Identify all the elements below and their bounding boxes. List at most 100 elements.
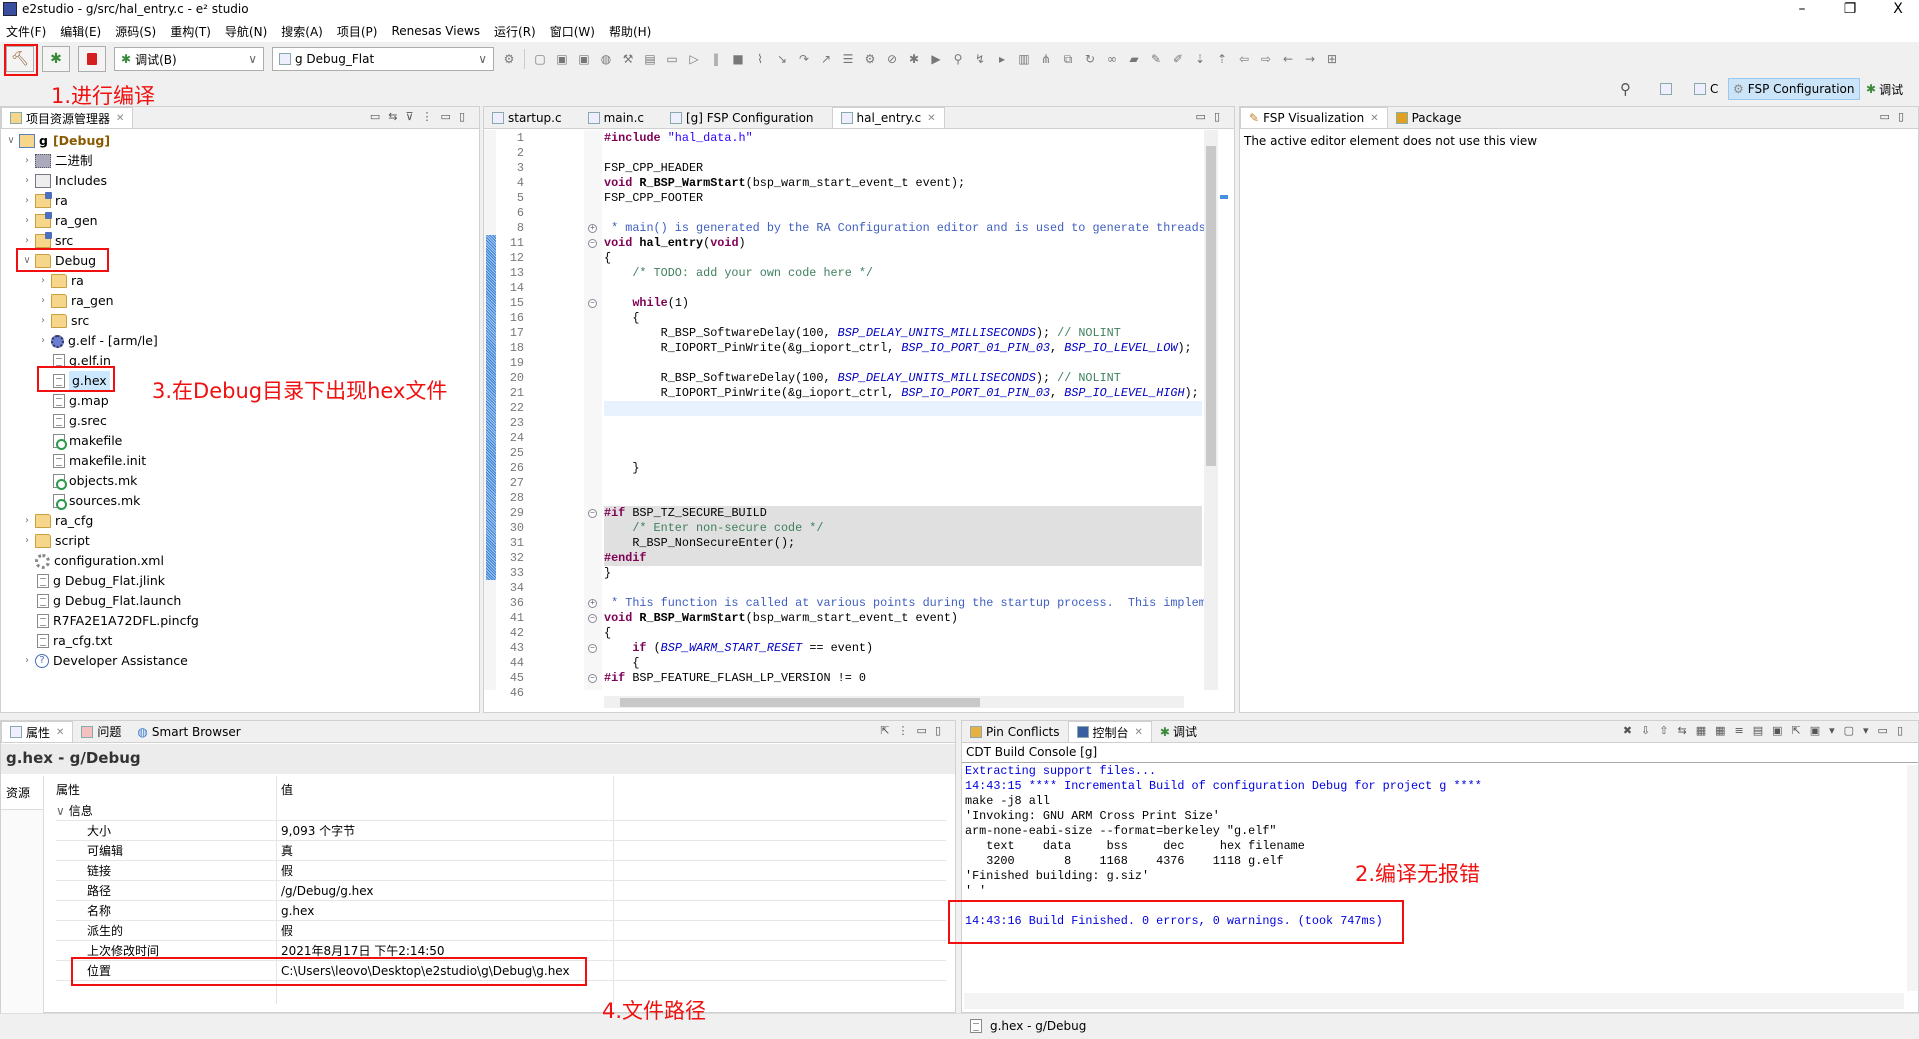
pen-icon[interactable]: ✎ xyxy=(1148,51,1164,67)
chevron-right-icon[interactable]: › xyxy=(21,151,33,171)
tab-project-explorer[interactable]: 项目资源管理器 ✕ xyxy=(1,107,134,128)
tree-item[interactable]: g.srec xyxy=(37,411,107,431)
vertical-scrollbar[interactable] xyxy=(1907,765,1918,991)
chevron-right-icon[interactable]: › xyxy=(21,651,33,671)
console-toolbar[interactable]: ✖⇩⇧⇆▦▦≡▤▣⇱▣▾▢▾▭▯ xyxy=(1623,724,1912,737)
code-line[interactable]: FSP_CPP_FOOTER xyxy=(604,191,1202,206)
code-line[interactable]: if (BSP_WARM_START_RESET == event) xyxy=(604,641,1202,656)
chevron-right-icon[interactable]: › xyxy=(21,191,33,211)
code-line[interactable]: R_BSP_SoftwareDelay(100, BSP_DELAY_UNITS… xyxy=(604,326,1202,341)
chevron-right-icon[interactable]: › xyxy=(21,211,33,231)
property-row[interactable]: 路径/g/Debug/g.hex xyxy=(56,881,946,901)
menu-item[interactable]: 文件(F) xyxy=(6,23,46,40)
tree-item[interactable]: g Debug_Flat.jlink xyxy=(21,571,165,591)
close-icon[interactable]: ✕ xyxy=(1370,113,1378,124)
tab-startup-c[interactable]: startup.c xyxy=(484,107,570,128)
step-into-icon[interactable]: ↘ xyxy=(774,51,790,67)
tab-smart-browser[interactable]: ◍ Smart Browser xyxy=(129,721,248,742)
new-icon[interactable]: ▢ xyxy=(532,51,548,67)
next-annotation-icon[interactable]: ⇣ xyxy=(1192,51,1208,67)
open-perspective-button[interactable] xyxy=(1656,78,1680,100)
collapse-fold-icon[interactable]: − xyxy=(588,299,597,308)
code-line[interactable]: FSP_CPP_HEADER xyxy=(604,161,1202,176)
chevron-right-icon[interactable]: › xyxy=(37,311,49,331)
tree-item[interactable]: sources.mk xyxy=(37,491,140,511)
horizontal-scrollbar[interactable] xyxy=(604,696,1184,708)
step-over-icon[interactable]: ↷ xyxy=(796,51,812,67)
property-row[interactable]: 链接 假 xyxy=(56,861,946,881)
tree-item[interactable]: › ra_cfg xyxy=(21,511,93,531)
property-row[interactable]: 名称 g.hex xyxy=(56,901,946,921)
code-line[interactable]: { xyxy=(604,251,1202,266)
code-line[interactable] xyxy=(604,356,1202,371)
code-line[interactable]: void R_BSP_WarmStart(bsp_warm_start_even… xyxy=(604,611,1202,626)
tree-item[interactable]: › script xyxy=(21,531,90,551)
suspend-icon[interactable]: ‖ xyxy=(708,51,724,67)
code-line[interactable]: #if BSP_TZ_SECURE_BUILD xyxy=(604,506,1202,521)
tree-item[interactable]: makefile xyxy=(37,431,122,451)
step-return-icon[interactable]: ↗ xyxy=(818,51,834,67)
code-line[interactable]: { xyxy=(604,626,1202,641)
debug-button[interactable]: ✱ xyxy=(42,46,70,72)
menu-icon[interactable]: ☰ xyxy=(840,51,856,67)
code-line[interactable]: void R_BSP_WarmStart(bsp_warm_start_even… xyxy=(604,176,1202,191)
step-icon[interactable]: ↯ xyxy=(972,51,988,67)
terminate-icon[interactable]: ■ xyxy=(730,51,746,67)
code-line[interactable]: * main() is generated by the RA Configur… xyxy=(604,221,1206,236)
tree-item[interactable]: objects.mk xyxy=(37,471,137,491)
code-line[interactable]: #endif xyxy=(604,551,1202,566)
close-icon[interactable]: ✕ xyxy=(116,113,124,124)
code-line[interactable] xyxy=(604,401,1202,416)
tab-main-c[interactable]: main.c xyxy=(580,107,652,128)
refresh-icon[interactable]: ↻ xyxy=(1082,51,1098,67)
launch-settings-gear-icon[interactable]: ⚙ xyxy=(501,51,517,67)
prev-annotation-icon[interactable]: ⇡ xyxy=(1214,51,1230,67)
perspective-debug[interactable]: ✱ 调试 xyxy=(1862,78,1907,100)
property-row[interactable]: 大小 9,093 个字节 xyxy=(56,821,946,841)
tab--g-fsp-configuration[interactable]: [g] FSP Configuration xyxy=(662,107,822,128)
chevron-right-icon[interactable]: › xyxy=(21,531,33,551)
horizontal-scrollbar[interactable] xyxy=(964,993,1904,1009)
tree-item[interactable]: g Debug_Flat.launch xyxy=(21,591,181,611)
menu-item[interactable]: 帮助(H) xyxy=(609,23,651,40)
property-row[interactable]: 派生的 假 xyxy=(56,921,946,941)
close-icon[interactable]: ✕ xyxy=(927,113,935,124)
perspective-fsp-configuration[interactable]: ⚙ FSP Configuration xyxy=(1728,78,1860,100)
tree-item[interactable]: ∨ g [Debug] xyxy=(5,131,110,151)
chevron-right-icon[interactable]: › xyxy=(37,271,49,291)
chevron-right-icon[interactable]: › xyxy=(37,291,49,311)
code-line[interactable]: /* Enter non-secure code */ xyxy=(604,521,1202,536)
expand-fold-icon[interactable]: + xyxy=(588,599,597,608)
tree-item[interactable]: › ra xyxy=(21,191,68,211)
tree-item[interactable]: g.map xyxy=(37,391,109,411)
save-icon[interactable]: ▣ xyxy=(554,51,570,67)
collapse-fold-icon[interactable]: − xyxy=(588,614,597,623)
menu-item[interactable]: 运行(R) xyxy=(494,23,536,40)
tab-problems[interactable]: 问题 xyxy=(73,721,129,742)
code-line[interactable] xyxy=(604,446,1202,461)
tab-hal-entry-c[interactable]: hal_entry.c ✕ xyxy=(831,107,945,128)
tab-properties[interactable]: 属性 ✕ xyxy=(1,721,74,742)
back-icon[interactable]: ← xyxy=(1280,51,1296,67)
collapse-fold-icon[interactable]: − xyxy=(588,509,597,518)
code-line[interactable] xyxy=(604,206,1202,221)
stop-button[interactable] xyxy=(78,46,106,72)
disconnect-icon[interactable]: ⌇ xyxy=(752,51,768,67)
tree-item[interactable]: makefile.init xyxy=(37,451,146,471)
chevron-right-icon[interactable]: › xyxy=(21,511,33,531)
link-icon[interactable]: ∞ xyxy=(1104,51,1120,67)
collapse-fold-icon[interactable]: − xyxy=(588,239,597,248)
property-row[interactable]: 可编辑 真 xyxy=(56,841,946,861)
edit-icon[interactable]: ✐ xyxy=(1170,51,1186,67)
close-button[interactable]: X xyxy=(1878,0,1918,20)
tab-debug[interactable]: ✱ 调试 xyxy=(1152,721,1205,742)
menu-item[interactable]: 编辑(E) xyxy=(60,23,101,40)
code-line[interactable]: #include "hal_data.h" xyxy=(604,131,1202,146)
collapse-fold-icon[interactable]: − xyxy=(588,674,597,683)
tree-item[interactable]: configuration.xml xyxy=(21,551,164,571)
code-line[interactable]: R_IOPORT_PinWrite(&g_ioport_ctrl, BSP_IO… xyxy=(604,341,1202,356)
code-line[interactable]: void hal_entry(void) xyxy=(604,236,1202,251)
code-line[interactable]: R_IOPORT_PinWrite(&g_ioport_ctrl, BSP_IO… xyxy=(604,386,1202,401)
code-line[interactable]: #if BSP_FEATURE_FLASH_LP_VERSION != 0 xyxy=(604,671,1202,686)
side-tab-resource[interactable]: 资源 xyxy=(1,776,43,810)
